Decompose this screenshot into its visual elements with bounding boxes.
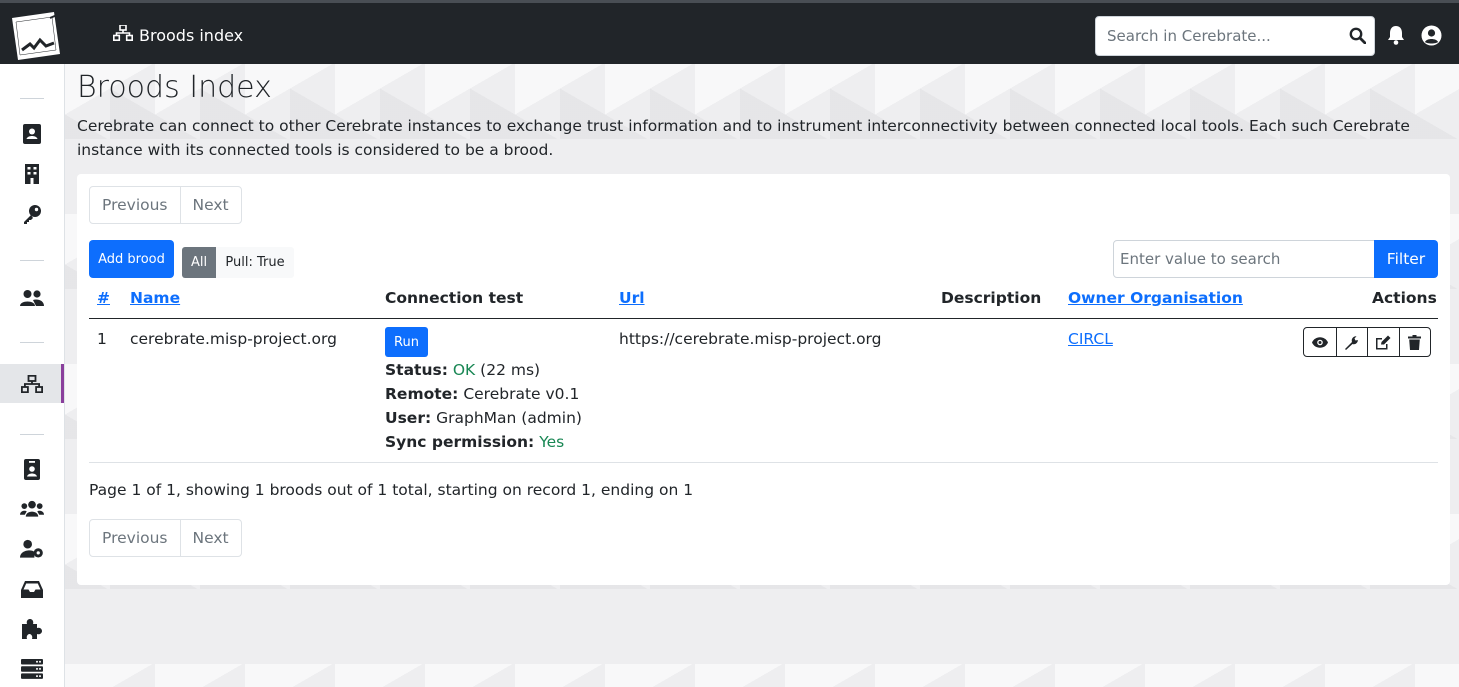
user-friends-icon[interactable] xyxy=(20,286,44,310)
pagination-top: Previous Next xyxy=(89,186,242,224)
search-icon[interactable] xyxy=(1349,27,1367,48)
column-header-id[interactable]: # xyxy=(97,289,110,307)
sync-value: Yes xyxy=(539,433,565,451)
column-header-connection-test: Connection test xyxy=(385,289,524,307)
row-actions xyxy=(1303,327,1431,357)
pagination-summary: Page 1 of 1, showing 1 broods out of 1 t… xyxy=(89,481,694,499)
sidebar-divider xyxy=(20,260,44,261)
user-value: GraphMan (admin) xyxy=(436,409,582,427)
eye-icon[interactable] xyxy=(1304,328,1336,356)
user-cog-icon[interactable] xyxy=(20,537,44,561)
top-navbar: Broods index xyxy=(0,0,1459,64)
user-label: User: xyxy=(385,409,432,427)
table-header-divider xyxy=(89,318,1438,319)
remote-value: Cerebrate v0.1 xyxy=(463,385,580,403)
edit-icon[interactable] xyxy=(1367,328,1399,356)
page-title: Broods Index xyxy=(77,70,272,105)
sidebar-divider xyxy=(20,98,44,99)
sidebar xyxy=(0,64,65,687)
column-header-description: Description xyxy=(941,289,1042,307)
row-owner-link[interactable]: CIRCL xyxy=(1068,330,1113,348)
status-time: (22 ms) xyxy=(480,361,541,379)
next-page-button[interactable]: Next xyxy=(179,520,241,556)
connection-sync-permission: Sync permission: Yes xyxy=(385,433,564,451)
address-card-icon[interactable] xyxy=(20,122,44,146)
global-search-input[interactable] xyxy=(1096,27,1336,45)
sitemap-icon[interactable] xyxy=(20,372,44,396)
user-circle-icon[interactable] xyxy=(1421,25,1442,50)
previous-page-button[interactable]: Previous xyxy=(90,187,180,223)
sidebar-divider xyxy=(20,434,44,435)
row-url: https://cerebrate.misp-project.org xyxy=(619,330,882,348)
filter-all-button[interactable]: All xyxy=(182,247,216,278)
table-search-input[interactable] xyxy=(1113,240,1375,278)
next-page-button[interactable]: Next xyxy=(179,187,241,223)
column-header-url[interactable]: Url xyxy=(619,289,645,307)
sidebar-divider xyxy=(20,342,44,343)
wrench-icon[interactable] xyxy=(1335,328,1368,356)
connection-status: Status: OK (22 ms) xyxy=(385,361,540,379)
key-icon[interactable] xyxy=(20,202,44,226)
inbox-icon[interactable] xyxy=(20,577,44,601)
run-connection-test-button[interactable]: Run xyxy=(385,327,428,357)
add-brood-button[interactable]: Add brood xyxy=(89,240,174,278)
global-search xyxy=(1095,16,1375,56)
status-label: Status: xyxy=(385,361,448,379)
puzzle-piece-icon[interactable] xyxy=(20,617,44,641)
status-value: OK xyxy=(452,361,476,379)
pagination-bottom: Previous Next xyxy=(89,519,242,557)
broods-card xyxy=(77,174,1450,585)
row-name: cerebrate.misp-project.org xyxy=(130,330,337,348)
remote-label: Remote: xyxy=(385,385,459,403)
connection-user: User: GraphMan (admin) xyxy=(385,409,582,427)
server-icon[interactable] xyxy=(20,657,44,681)
connection-remote: Remote: Cerebrate v0.1 xyxy=(385,385,579,403)
previous-page-button[interactable]: Previous xyxy=(90,520,180,556)
filter-button[interactable]: Filter xyxy=(1374,240,1438,278)
id-badge-icon[interactable] xyxy=(20,457,44,481)
column-header-name[interactable]: Name xyxy=(130,289,180,307)
breadcrumb[interactable]: Broods index xyxy=(113,24,244,45)
sitemap-icon xyxy=(113,24,133,45)
breadcrumb-label: Broods index xyxy=(139,25,244,45)
trash-icon[interactable] xyxy=(1398,328,1431,356)
table-row-divider xyxy=(89,462,1438,463)
filter-pull-true-button[interactable]: Pull: True xyxy=(216,247,294,278)
users-icon[interactable] xyxy=(20,497,44,521)
bell-icon[interactable] xyxy=(1386,25,1406,49)
column-header-actions: Actions xyxy=(1372,289,1437,307)
page-description: Cerebrate can connect to other Cerebrate… xyxy=(77,117,1410,159)
cerebrate-logo[interactable] xyxy=(10,10,62,62)
sync-label: Sync permission: xyxy=(385,433,535,451)
row-id: 1 xyxy=(97,330,107,348)
column-header-owner-organisation[interactable]: Owner Organisation xyxy=(1068,289,1243,307)
building-icon[interactable] xyxy=(20,162,44,186)
